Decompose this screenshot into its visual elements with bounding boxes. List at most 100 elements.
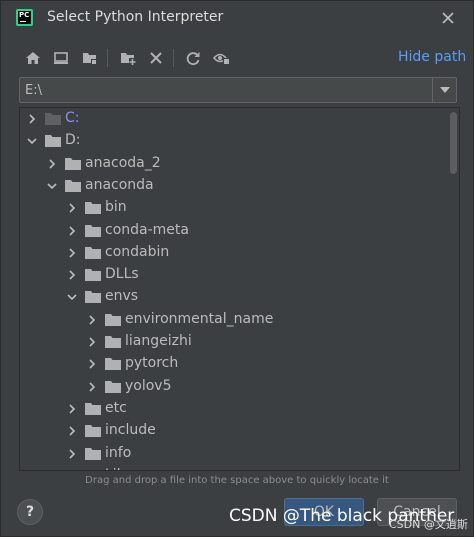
show-hidden-files-button[interactable]	[211, 47, 233, 69]
tree-row[interactable]: C:	[20, 108, 448, 130]
tree-row[interactable]: yolov5	[20, 376, 448, 398]
select-interpreter-dialog: PC Select Python Interpreter Hide path E…	[0, 0, 474, 537]
chevron-down-icon	[439, 87, 450, 93]
tree-row[interactable]: envs	[20, 286, 448, 308]
drag-drop-hint: Drag and drop a file into the space abov…	[85, 475, 389, 486]
app-icon-text: PC	[19, 11, 30, 19]
tree-row-label: anacoda_2	[85, 154, 161, 171]
tree-row[interactable]: anaconda	[20, 175, 448, 197]
close-button[interactable]	[437, 7, 459, 29]
chevron-right-icon[interactable]	[85, 335, 99, 349]
tree-row-label: Lib	[105, 467, 126, 470]
tree-row-label: environmental_name	[125, 310, 274, 327]
dialog-title: Select Python Interpreter	[47, 9, 224, 25]
path-dropdown-button[interactable]	[432, 78, 456, 102]
tree-row-label: include	[105, 422, 156, 439]
home-icon	[26, 52, 40, 64]
title-bar: PC Select Python Interpreter	[1, 1, 473, 37]
tree-row-label: C:	[65, 110, 80, 126]
chevron-down-icon[interactable]	[65, 290, 79, 304]
toolbar: Hide path	[1, 45, 473, 71]
folder-icon	[85, 469, 92, 470]
chevron-right-icon[interactable]	[85, 380, 99, 394]
tree-row[interactable]: condabin	[20, 242, 448, 264]
folder-icon	[45, 113, 61, 125]
tree-row-label: etc	[105, 399, 127, 416]
tree-row[interactable]: bin	[20, 197, 448, 219]
chevron-down-icon[interactable]	[25, 134, 39, 148]
close-icon	[442, 12, 454, 24]
folder-icon	[105, 313, 121, 326]
folder-icon	[65, 179, 81, 192]
new-folder-icon	[121, 53, 136, 65]
project-folder-icon	[83, 53, 97, 65]
delete-icon	[150, 52, 162, 64]
toolbar-separator	[107, 49, 108, 67]
chevron-right-icon[interactable]	[45, 157, 59, 171]
refresh-button[interactable]	[182, 47, 204, 69]
watermark-secondary: CSDN @文逍斯	[389, 518, 468, 531]
folder-icon	[85, 402, 101, 415]
folder-icon	[85, 291, 101, 304]
chevron-right-icon[interactable]	[25, 112, 39, 126]
folder-icon	[85, 202, 101, 215]
folder-icon	[85, 224, 101, 237]
folder-icon	[65, 157, 81, 170]
folder-icon	[105, 380, 121, 393]
show-hidden-icon	[213, 53, 230, 65]
refresh-icon	[186, 52, 200, 66]
tree-row-label: info	[105, 444, 132, 461]
tree-row-label: bin	[105, 199, 127, 216]
desktop-icon	[54, 52, 68, 64]
folder-icon	[85, 425, 101, 438]
folder-icon	[45, 135, 61, 148]
toolbar-separator	[173, 49, 174, 67]
file-tree[interactable]: C: D: anacoda_2 anaconda bin conda-meta condab…	[19, 107, 460, 471]
folder-icon	[85, 269, 101, 282]
chevron-right-icon[interactable]	[65, 201, 79, 215]
chevron-right-icon[interactable]	[85, 357, 99, 371]
tree-row[interactable]: info	[20, 443, 448, 465]
tree-row-label: liangeizhi	[125, 333, 192, 349]
chevron-right-icon[interactable]	[65, 469, 79, 471]
tree-row[interactable]: environmental_name	[20, 309, 448, 331]
chevron-right-icon[interactable]	[85, 313, 99, 327]
folder-icon	[105, 358, 121, 371]
path-input[interactable]	[20, 78, 432, 102]
chevron-right-icon[interactable]	[65, 268, 79, 282]
pycharm-logo-icon: PC	[16, 9, 33, 26]
home-button[interactable]	[22, 47, 44, 69]
help-button[interactable]: ?	[17, 499, 43, 525]
chevron-right-icon[interactable]	[65, 447, 79, 461]
tree-row[interactable]: include	[20, 420, 448, 442]
chevron-right-icon[interactable]	[65, 224, 79, 238]
tree-row-label: DLLs	[105, 266, 139, 283]
tree-row[interactable]: liangeizhi	[20, 331, 448, 353]
tree-row[interactable]: DLLs	[20, 264, 448, 286]
chevron-down-icon[interactable]	[45, 179, 59, 193]
delete-button[interactable]	[145, 47, 167, 69]
tree-row-label: anaconda	[85, 176, 154, 193]
project-button[interactable]	[79, 47, 101, 69]
desktop-button[interactable]	[50, 47, 72, 69]
folder-icon	[85, 447, 101, 460]
folder-icon	[85, 246, 101, 259]
chevron-right-icon[interactable]	[65, 402, 79, 416]
tree-row-label: yolov5	[125, 377, 172, 394]
path-combobox[interactable]	[19, 77, 457, 103]
tree-row-label: envs	[105, 288, 139, 305]
tree-row[interactable]: D:	[20, 130, 448, 152]
chevron-right-icon[interactable]	[65, 246, 79, 260]
hide-path-link[interactable]: Hide path	[398, 49, 466, 65]
folder-icon	[105, 336, 121, 348]
chevron-right-icon[interactable]	[65, 424, 79, 438]
new-folder-button[interactable]	[117, 47, 139, 69]
tree-row[interactable]: Lib	[20, 465, 448, 471]
tree-scrollbar[interactable]	[450, 112, 457, 174]
tree-row-label: pytorch	[125, 355, 179, 372]
tree-row[interactable]: pytorch	[20, 353, 448, 375]
tree-row[interactable]: etc	[20, 398, 448, 420]
tree-row[interactable]: anacoda_2	[20, 153, 448, 175]
tree-row-label: condabin	[105, 243, 170, 260]
tree-row[interactable]: conda-meta	[20, 220, 448, 242]
